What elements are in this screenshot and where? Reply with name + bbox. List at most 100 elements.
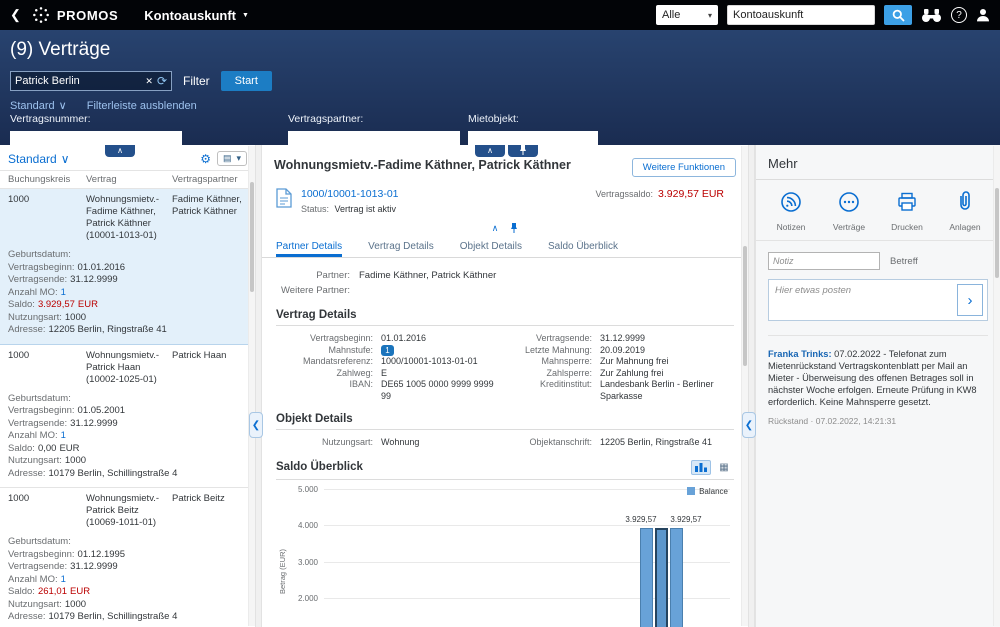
bar-value-label: 3.929,57: [617, 515, 665, 524]
column-header: Vertragspartner: [172, 174, 247, 185]
notes-icon: [779, 190, 803, 214]
note-meta: Rückstand · 07.02.2022, 14:21:31: [768, 415, 988, 427]
detail-value: 1: [61, 574, 66, 585]
help-icon[interactable]: ?: [951, 7, 967, 23]
left-splitter[interactable]: [255, 145, 262, 627]
tool-vertraege[interactable]: Verträge: [824, 190, 874, 232]
chevron-left-icon: ❮: [745, 420, 753, 431]
form-value: E: [381, 368, 387, 380]
detail-header: Wohnungsmietv.-Fadime Käthner, Patrick K…: [262, 145, 748, 177]
cell-buchungskreis: 1000: [8, 350, 86, 386]
chart-bar[interactable]: [655, 528, 668, 627]
detail-label: Saldo:: [8, 443, 35, 454]
chevron-down-icon: ▾: [708, 11, 712, 20]
detail-scrollbar[interactable]: [741, 146, 748, 626]
betreff-label: Betreff: [890, 256, 918, 267]
search-icon: [892, 9, 905, 22]
note-subject-input[interactable]: [768, 252, 880, 270]
refresh-icon[interactable]: ⟳: [157, 74, 167, 88]
post-note-button[interactable]: ›: [957, 284, 983, 316]
list-scrollbar[interactable]: [248, 146, 255, 626]
hide-filterbar-link[interactable]: Filterleiste ausblenden: [87, 99, 197, 112]
contract-detail-panel: Wohnungsmietv.-Fadime Käthner, Patrick K…: [262, 145, 748, 627]
contract-number-link[interactable]: 1000/10001-1013-01: [301, 188, 399, 200]
sidebar-scrollbar[interactable]: [993, 146, 1000, 626]
chart-bar[interactable]: [640, 528, 653, 627]
user-icon[interactable]: [976, 8, 990, 22]
tab-objekt-details[interactable]: Objekt Details: [460, 236, 522, 257]
cell-vertragspartner: Patrick Haan: [172, 350, 247, 386]
collapse-list-handle[interactable]: ❮: [249, 412, 263, 438]
tab-partner-details[interactable]: Partner Details: [276, 236, 342, 257]
pin-icon[interactable]: [510, 223, 518, 233]
collapse-detail-tab[interactable]: ∧: [475, 145, 505, 157]
table-toggle-button[interactable]: ▦: [714, 460, 734, 475]
quick-search-input[interactable]: [15, 75, 141, 87]
tool-label: Notizen: [766, 222, 816, 232]
header-collapse-controls: ∧: [262, 222, 748, 234]
form-value: Zur Mahnung frei: [600, 356, 669, 368]
binoculars-icon[interactable]: [921, 8, 942, 23]
form-label: Letzte Mahnung:: [505, 345, 600, 357]
list-item-kaethner[interactable]: 1000 Wohnungsmietv.-Fadime Käthner, Patr…: [0, 189, 255, 345]
form-value: 01.01.2016: [381, 333, 426, 345]
view-switch-button[interactable]: ▤ ▾: [217, 151, 247, 166]
global-search-input[interactable]: [727, 5, 875, 25]
tool-drucken[interactable]: Drucken: [882, 190, 932, 232]
pin-detail-tab[interactable]: [508, 145, 538, 157]
chevron-up-icon[interactable]: ∧: [492, 223, 499, 234]
list-variant-link[interactable]: Standard ∨: [8, 152, 70, 166]
chevron-left-icon: ❮: [252, 420, 260, 431]
quick-search-row: ✕ ⟳ Filter Start: [10, 71, 272, 91]
back-icon[interactable]: ❮: [10, 7, 21, 23]
right-splitter[interactable]: [748, 145, 755, 627]
more-sidebar: Mehr Notizen Verträge: [755, 145, 1000, 627]
list-item-beitz[interactable]: 1000 Wohnungsmietv.-Patrick Beitz (10069…: [0, 488, 255, 627]
collapse-list-tab[interactable]: ∧: [105, 145, 135, 157]
clear-icon[interactable]: ✕: [145, 76, 153, 87]
chart-view-toggles: ▦: [691, 460, 734, 475]
app-title: Kontoauskunft: [144, 8, 236, 23]
tab-vertrag-details[interactable]: Vertrag Details: [368, 236, 434, 257]
column-header: Buchungskreis: [8, 174, 86, 185]
tool-anlagen[interactable]: Anlagen: [940, 190, 990, 232]
bar-chart-toggle-button[interactable]: [691, 460, 711, 475]
saldo-value: 261,01: [38, 586, 67, 597]
start-button[interactable]: Start: [221, 71, 272, 91]
scope-select-value: Alle: [662, 9, 680, 21]
note-composer-input[interactable]: [769, 280, 953, 320]
page-title: (9) Verträge: [10, 39, 110, 61]
filter-field-vertragspartner: Vertragspartner:: [288, 113, 460, 147]
list-item-haan[interactable]: 1000 Wohnungsmietv.-Patrick Haan (10002-…: [0, 345, 255, 489]
form-label: IBAN:: [276, 379, 381, 402]
quick-search-field: ✕ ⟳: [10, 71, 172, 91]
search-button[interactable]: [884, 5, 912, 25]
variant-link[interactable]: Standard ∨: [10, 99, 67, 112]
section-saldo-ueberblick: Saldo Überblick ▦: [276, 460, 734, 480]
detail-label: Adresse:: [8, 611, 46, 622]
saldo-chart: Betrag (EUR) 5.000 4.000 3.000 2.000 1.0…: [276, 487, 734, 627]
more-functions-button[interactable]: Weitere Funktionen: [632, 158, 736, 177]
note-item: Franka Trinks: 07.02.2022 - Telefonat zu…: [768, 335, 988, 427]
form-value: 12205 Berlin, Ringstraße 41: [600, 437, 712, 449]
tool-notizen[interactable]: Notizen: [766, 190, 816, 232]
y-tick: 3.000: [278, 558, 318, 567]
scope-select[interactable]: Alle ▾: [656, 5, 718, 25]
tab-saldo-ueberblick[interactable]: Saldo Überblick: [548, 236, 618, 257]
app-title-menu[interactable]: Kontoauskunft ▼: [144, 8, 249, 23]
detail-value: 1: [61, 430, 66, 441]
filter-field-label: Vertragsnummer:: [10, 113, 182, 125]
form-value: Zur Zahlung frei: [600, 368, 664, 380]
note-subject-row: Betreff: [756, 241, 1000, 270]
chart-plot: 5.000 4.000 3.000 2.000 1.000 Balance 3.…: [324, 487, 730, 627]
filter-field-label: Mietobjekt:: [468, 113, 598, 125]
collapse-detail-handle[interactable]: ❮: [742, 412, 756, 438]
gear-icon[interactable]: ⚙: [200, 152, 211, 166]
cell-vertrag: Wohnungsmietv.-Patrick Beitz (10069-1011…: [86, 493, 172, 529]
promos-globe-icon: [31, 5, 51, 25]
note-composer: ›: [768, 279, 988, 321]
note-author-link[interactable]: Franka Trinks:: [768, 349, 832, 359]
cell-vertrag: Wohnungsmietv.-Patrick Haan (10002-1025-…: [86, 350, 172, 386]
chart-bar[interactable]: [670, 528, 683, 627]
detail-label: Geburtsdatum:: [8, 536, 71, 547]
